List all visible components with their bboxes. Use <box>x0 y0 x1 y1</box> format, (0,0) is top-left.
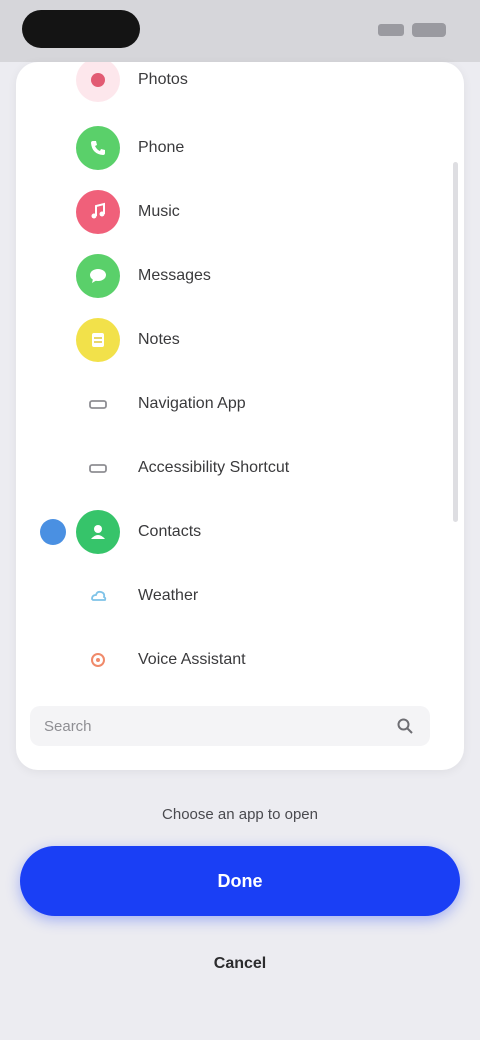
list-item-weather[interactable]: Weather <box>16 564 464 628</box>
scrollbar[interactable] <box>453 162 458 522</box>
list-item-label: Phone <box>138 139 185 156</box>
hint-text: Choose an app to open <box>162 806 318 823</box>
list-item-assistant[interactable]: Voice Assistant <box>16 628 464 692</box>
list-item-phone[interactable]: Phone <box>16 116 464 180</box>
status-icons <box>378 22 446 38</box>
battery-icon <box>412 23 446 37</box>
list-item-accessibility[interactable]: Accessibility Shortcut <box>16 436 464 500</box>
list-item-navigation[interactable]: Navigation App <box>16 372 464 436</box>
list-item-music[interactable]: Music <box>16 180 464 244</box>
done-button[interactable]: Done <box>20 846 460 916</box>
search-field[interactable]: Search <box>30 706 430 746</box>
music-icon <box>76 190 120 234</box>
cancel-button[interactable]: Cancel <box>140 944 340 984</box>
notes-icon <box>76 318 120 362</box>
time-pill <box>22 10 140 48</box>
messages-icon <box>76 254 120 298</box>
navigation-icon <box>76 382 120 426</box>
signal-icon <box>378 24 404 36</box>
status-bar <box>0 0 480 62</box>
list-item-label: Notes <box>138 331 180 348</box>
photos-icon <box>76 62 120 102</box>
weather-icon <box>76 574 120 618</box>
list-item-messages[interactable]: Messages <box>16 244 464 308</box>
selected-radio[interactable] <box>40 519 66 545</box>
search-placeholder: Search <box>44 717 92 735</box>
search-icon[interactable] <box>394 715 416 737</box>
list-item-label: Voice Assistant <box>138 651 246 668</box>
app-picker-card: Photos Phone Music Messages Notes Naviga… <box>16 62 464 770</box>
list-item-notes[interactable]: Notes <box>16 308 464 372</box>
list-item-label: Accessibility Shortcut <box>138 459 290 476</box>
list-item-label: Weather <box>138 587 199 604</box>
list-item-label: Contacts <box>138 523 202 540</box>
phone-icon <box>76 126 120 170</box>
list-item-photos[interactable]: Photos <box>16 62 464 112</box>
list-item-label: Music <box>138 203 180 220</box>
list-item-contacts[interactable]: Contacts <box>16 500 464 564</box>
contacts-icon <box>76 510 120 554</box>
assistant-icon <box>76 638 120 682</box>
accessibility-icon <box>76 446 120 490</box>
list-item-label: Photos <box>138 71 188 88</box>
list-item-label: Messages <box>138 267 211 284</box>
list-item-label: Navigation App <box>138 395 246 412</box>
